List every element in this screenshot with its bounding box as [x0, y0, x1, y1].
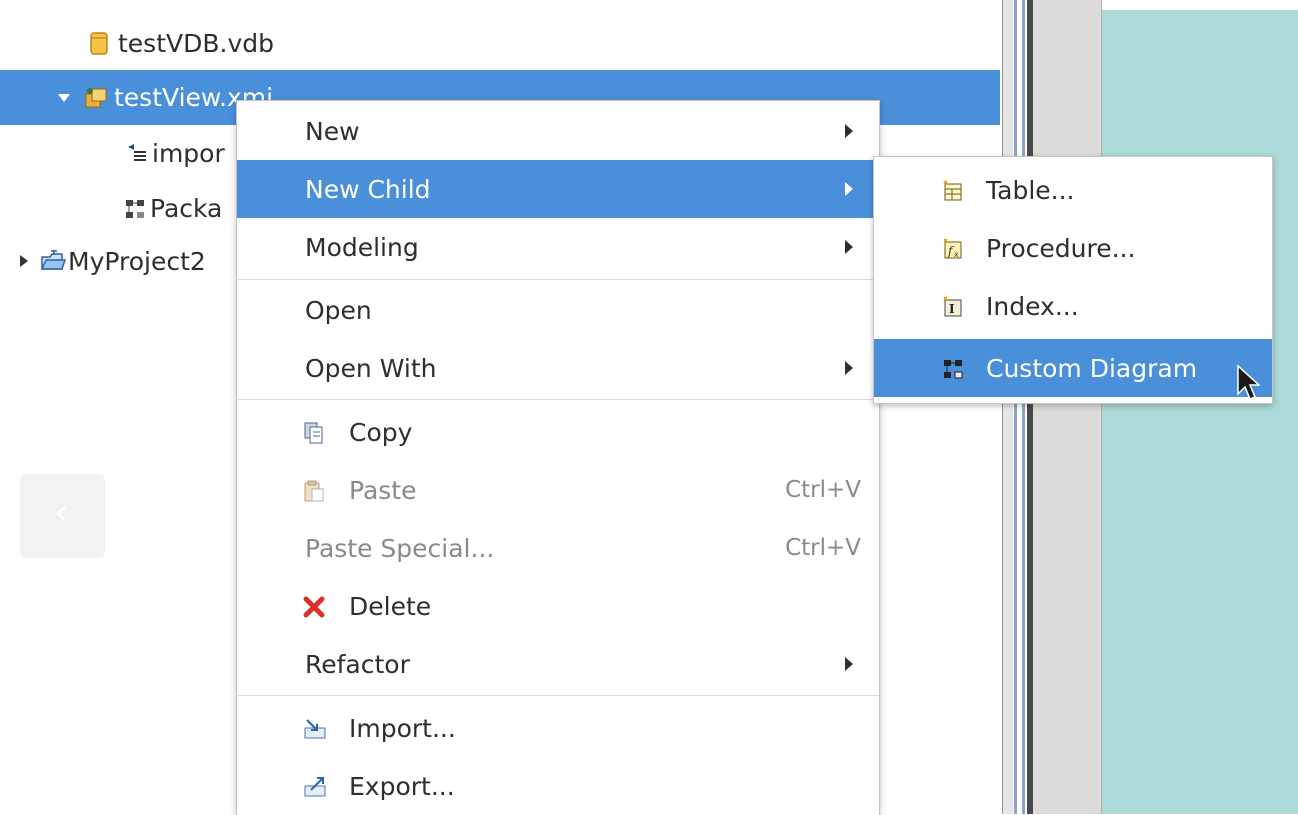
menu-shortcut: Ctrl+V [785, 535, 861, 561]
menu-item-label: Delete [349, 591, 432, 621]
menu-item-label: Copy [349, 417, 413, 447]
export-wizard-icon [303, 775, 326, 797]
menu-item-label: Import... [349, 713, 456, 743]
tree-item-label: MyProject2 [68, 246, 206, 276]
chevron-left-icon: ‹ [54, 492, 69, 533]
menu-item-copy[interactable]: Copy [237, 403, 879, 461]
menu-item-label: Modeling [305, 232, 419, 262]
mouse-cursor-icon [1236, 364, 1261, 404]
panel-sash[interactable] [1002, 0, 1013, 814]
submenu-arrow-icon [845, 182, 853, 196]
menu-item-open[interactable]: Open [237, 281, 879, 339]
procedure-icon: fx [942, 237, 964, 259]
editor-gutter [1033, 0, 1102, 814]
package-diagram-icon [124, 197, 146, 219]
back-nav-button[interactable]: ‹ [20, 474, 105, 558]
submenu-item-procedure[interactable]: fx Procedure... [874, 219, 1272, 277]
diagram-canvas[interactable] [1102, 10, 1298, 814]
menu-item-new[interactable]: New [237, 102, 879, 160]
table-icon [942, 179, 964, 201]
index-icon: I [942, 295, 964, 317]
canvas-top-strip [1102, 0, 1298, 10]
menu-item-label: Paste [349, 475, 417, 505]
tree-item-label: impor [152, 138, 225, 168]
menu-item-label: Procedure... [986, 233, 1136, 263]
expand-toggle-icon[interactable] [20, 255, 28, 267]
menu-item-delete[interactable]: Delete [237, 577, 879, 635]
submenu-arrow-icon [845, 361, 853, 375]
menu-item-modeling[interactable]: Modeling [237, 218, 879, 276]
menu-item-import[interactable]: Import... [237, 699, 879, 757]
menu-item-label: Refactor [305, 649, 410, 679]
menu-separator [237, 399, 879, 400]
submenu-item-custom-diagram[interactable]: Custom Diagram [874, 339, 1272, 397]
submenu-arrow-icon [845, 240, 853, 254]
vdb-icon [88, 30, 110, 56]
menu-item-refactor[interactable]: Refactor [237, 635, 879, 693]
menu-item-export[interactable]: Export... [237, 757, 879, 815]
menu-separator [237, 279, 879, 280]
project-folder-icon [40, 249, 67, 273]
menu-item-label: Export... [349, 771, 455, 801]
import-icon [126, 142, 148, 164]
tree-item-package[interactable]: Packa [124, 183, 222, 233]
tree-item-myproject2[interactable]: MyProject2 [20, 236, 206, 286]
menu-item-paste-special[interactable]: Paste Special... Ctrl+V [237, 519, 879, 577]
menu-shortcut: Ctrl+V [785, 477, 861, 503]
menu-item-paste[interactable]: Paste Ctrl+V [237, 461, 879, 519]
menu-item-label: Index... [986, 291, 1079, 321]
copy-icon [303, 421, 325, 444]
menu-item-label: New Child [305, 174, 431, 204]
new-child-submenu: Table... fx Procedure... I Index... Cust… [873, 156, 1273, 404]
menu-separator [237, 695, 879, 696]
svg-text:x: x [954, 250, 959, 259]
menu-item-label: New [305, 116, 360, 146]
sash-line-1 [1014, 0, 1017, 814]
menu-item-new-child[interactable]: New Child [237, 160, 879, 218]
menu-item-open-with[interactable]: Open With [237, 339, 879, 397]
submenu-arrow-icon [845, 124, 853, 138]
submenu-item-index[interactable]: I Index... [874, 277, 1272, 335]
svg-text:I: I [949, 302, 955, 316]
tree-item-label: Packa [150, 193, 223, 223]
menu-item-label: Table... [986, 175, 1075, 205]
tree-item-import[interactable]: impor [126, 128, 225, 178]
model-icon [84, 86, 108, 110]
tree-item-testvdb[interactable]: testVDB.vdb [88, 18, 274, 68]
collapse-toggle-icon[interactable] [58, 93, 70, 102]
menu-item-label: Custom Diagram [986, 353, 1198, 383]
menu-item-label: Paste Special... [305, 533, 495, 563]
submenu-item-table[interactable]: Table... [874, 161, 1272, 219]
menu-item-label: Open With [305, 353, 437, 383]
menu-item-label: Open [305, 295, 372, 325]
sash-line-2 [1022, 0, 1025, 814]
paste-icon [303, 479, 325, 502]
custom-diagram-icon [942, 357, 964, 379]
import-wizard-icon [303, 717, 326, 739]
submenu-arrow-icon [845, 657, 853, 671]
tree-item-label: testVDB.vdb [118, 28, 274, 58]
delete-icon [303, 595, 325, 618]
context-menu: New New Child Modeling Open Open With Co… [236, 100, 880, 815]
